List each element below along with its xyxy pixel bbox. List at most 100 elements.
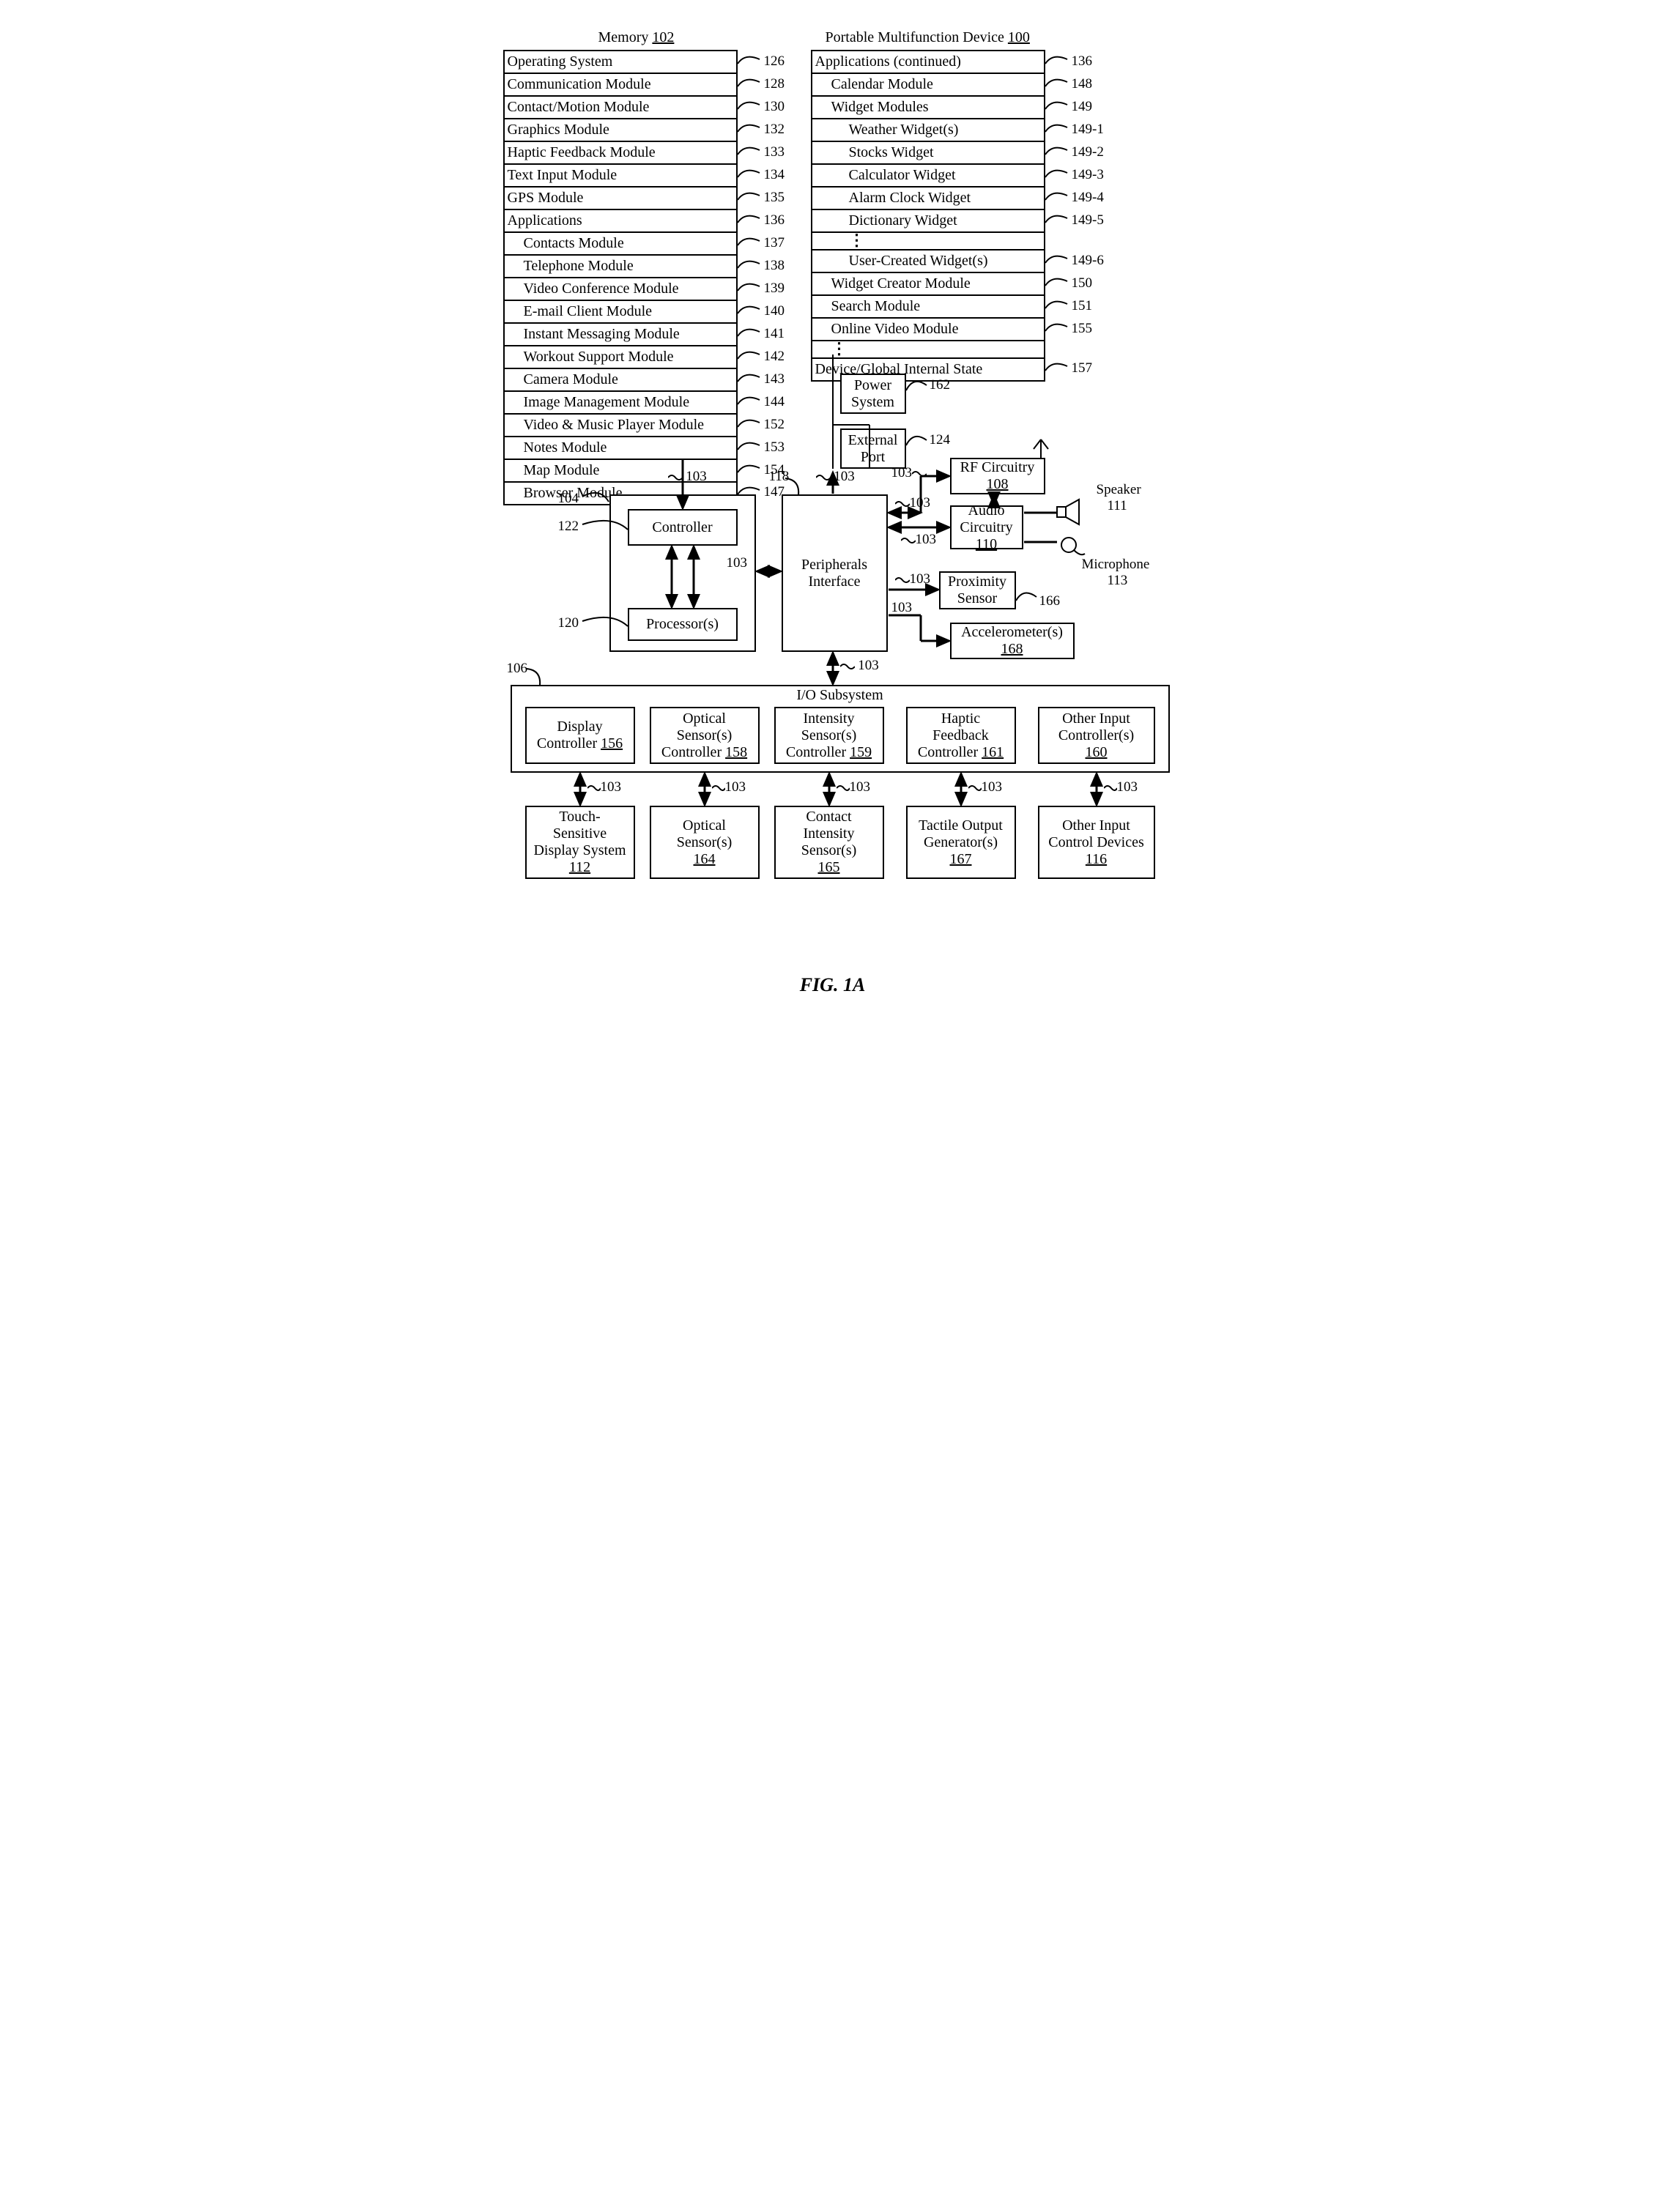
bus-ref-8: 103 [891, 600, 913, 616]
td-text: Touch- Sensitive Display System [533, 809, 626, 859]
microphone-ref: 113 [1108, 573, 1128, 589]
rf-text: RF Circuitry [960, 459, 1035, 476]
bus-ref-13: 103 [968, 779, 1003, 795]
bus-ref-7: 103 [895, 571, 931, 587]
table-row: Workout Support Module [505, 346, 736, 369]
ref-label: 152 [764, 417, 785, 433]
touch-display-block: Touch- Sensitive Display System 112 [525, 806, 635, 879]
ref-label: 144 [764, 394, 785, 410]
bus-ref-1: 103 [668, 469, 707, 485]
table-row: Camera Module [505, 369, 736, 392]
optical-controller-block: Optical Sensor(s) Controller 158 [650, 707, 760, 764]
memory-title-text: Memory [598, 29, 649, 45]
otc-text: Other Input Controller(s) [1058, 710, 1134, 743]
table-row: Telephone Module [505, 256, 736, 278]
table-row: GPS Module [505, 188, 736, 210]
proximity-sensor-block: Proximity Sensor [939, 571, 1016, 609]
processors-ref: 120 [558, 615, 579, 631]
table-row: Widget Modules [812, 97, 1044, 119]
table-row: Contacts Module [505, 233, 736, 256]
ref-label: 132 [764, 122, 785, 138]
os-ref: 164 [694, 851, 716, 868]
os-text: Optical Sensor(s) [677, 817, 733, 851]
ref-label: 148 [1072, 76, 1093, 92]
rf-circuitry-block: RF Circuitry 108 [950, 458, 1045, 494]
speaker-ref: 111 [1108, 498, 1127, 514]
oi-text: Other Input Control Devices [1048, 817, 1144, 851]
ci-ref: 165 [818, 859, 840, 876]
to-ref: 167 [950, 851, 972, 868]
memory-table: Operating SystemCommunication ModuleCont… [503, 50, 738, 505]
table-row: Text Input Module [505, 165, 736, 188]
ref-label: 149-4 [1072, 190, 1104, 206]
other-controller-block: Other Input Controller(s)160 [1038, 707, 1155, 764]
contact-intensity-block: Contact Intensity Sensor(s) 165 [774, 806, 884, 879]
ref-label: 130 [764, 99, 785, 115]
bus-ref-5: 103 [895, 495, 931, 511]
bus-ref-4: 103 [891, 465, 927, 481]
figure-caption: FIG. 1A [29, 952, 1636, 996]
table-row: Contact/Motion Module [505, 97, 736, 119]
processors-block: Processor(s) [628, 608, 738, 641]
ci-text: Contact Intensity Sensor(s) [801, 809, 857, 859]
ref-label: 154 [764, 462, 785, 478]
ref-label: 151 [1072, 298, 1093, 314]
ic-ref: 159 [850, 744, 872, 760]
ref-label: 157 [1072, 360, 1093, 376]
optical-sensors-block: Optical Sensor(s) 164 [650, 806, 760, 879]
bus-ref-14: 103 [1104, 779, 1138, 795]
table-row: Alarm Clock Widget [812, 188, 1044, 210]
bus-ref-3: 103 [816, 469, 855, 485]
ref-label: 147 [764, 484, 785, 500]
table-row: Widget Creator Module [812, 273, 1044, 296]
table-row: Communication Module [505, 74, 736, 97]
dc-ref: 156 [601, 735, 623, 751]
bus-ref-10: 103 [587, 779, 622, 795]
io-subsystem-ref: 106 [507, 661, 528, 677]
memory-title-ref: 102 [652, 29, 674, 45]
ref-label: 149-5 [1072, 212, 1104, 229]
memory-title: Memory 102 [598, 29, 675, 46]
ref-label: 149-1 [1072, 122, 1104, 138]
ref-label: 139 [764, 281, 785, 297]
ref-label: 143 [764, 371, 785, 387]
peripherals-block: Peripherals Interface [782, 494, 888, 652]
ref-label: 140 [764, 303, 785, 319]
table-row: Graphics Module [505, 119, 736, 142]
controller-inner-ref: 122 [558, 519, 579, 535]
ref-label: 141 [764, 326, 785, 342]
ref-label: 155 [1072, 321, 1093, 337]
apps-continued-table: Applications (continued)Calendar ModuleW… [811, 50, 1045, 382]
table-row: Stocks Widget [812, 142, 1044, 165]
audio-circuitry-block: Audio Circuitry 110 [950, 505, 1023, 549]
device-title-text: Portable Multifunction Device [826, 29, 1004, 45]
external-port-ref: 124 [930, 432, 951, 448]
proximity-ref: 166 [1039, 593, 1061, 609]
antenna-icon [1031, 436, 1053, 458]
device-title-ref: 100 [1008, 29, 1030, 45]
ref-label: 134 [764, 167, 785, 183]
table-row: Video Conference Module [505, 278, 736, 301]
ref-label: 149-3 [1072, 167, 1104, 183]
ref-label: 150 [1072, 275, 1093, 292]
table-row: User-Created Widget(s) [812, 250, 1044, 273]
accel-text: Accelerometer(s) [961, 624, 1063, 641]
power-system-block: Power System [840, 374, 906, 414]
audio-text: Audio Circuitry [960, 502, 1012, 536]
accelerometer-block: Accelerometer(s) 168 [950, 623, 1075, 659]
bus-ref-2: 103 [727, 555, 748, 571]
intensity-controller-block: Intensity Sensor(s) Controller 159 [774, 707, 884, 764]
ref-label: 136 [1072, 53, 1093, 70]
io-subsystem-title: I/O Subsystem [511, 687, 1170, 704]
ref-label: 149-6 [1072, 253, 1104, 269]
table-row: Calendar Module [812, 74, 1044, 97]
bus-ref-12: 103 [837, 779, 871, 795]
rf-ref: 108 [987, 476, 1009, 493]
oi-ref: 116 [1086, 851, 1107, 868]
td-ref: 112 [569, 859, 590, 876]
hc-ref: 161 [982, 744, 1004, 760]
oc-ref: 158 [725, 744, 747, 760]
audio-ref: 110 [976, 536, 997, 553]
device-title: Portable Multifunction Device 100 [826, 29, 1030, 46]
ref-label: 136 [764, 212, 785, 229]
